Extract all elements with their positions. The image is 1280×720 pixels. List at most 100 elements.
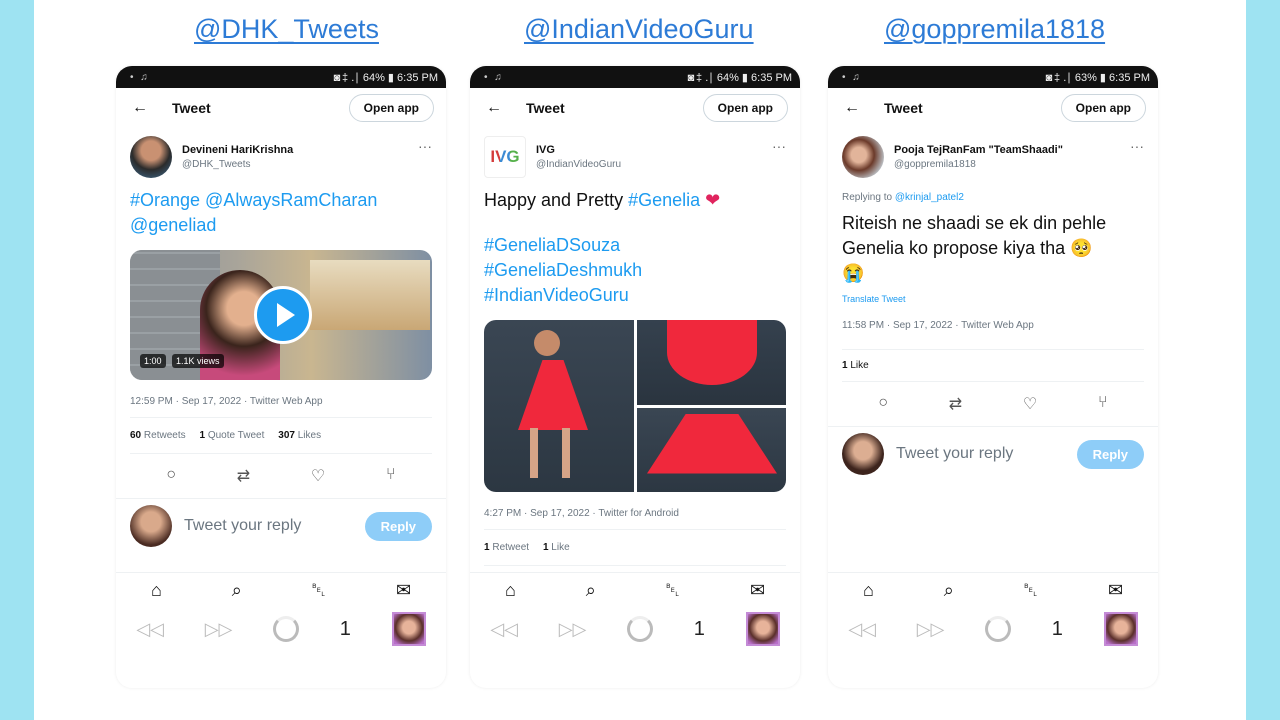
home-icon[interactable]: ⌂ [151,580,162,601]
retweet-icon[interactable]: ⇄ [949,394,962,414]
tab-count[interactable]: 1 [694,618,705,641]
play-icon[interactable] [254,286,312,344]
photo-3[interactable] [637,407,786,492]
rewind-icon[interactable]: ◁◁ [136,619,164,640]
display-name[interactable]: IVG [536,144,621,156]
more-options-icon[interactable]: ··· [1130,138,1144,154]
like-count: 1 [542,542,549,553]
heart-emoji: ❤ [705,190,721,210]
back-arrow-icon[interactable]: ← [132,99,172,117]
share-icon[interactable]: ⑂ [1098,394,1108,414]
tweet-actions: ○ ⇄ ♡ ⑂ [828,382,1158,426]
reply-icon[interactable]: ○ [878,394,888,414]
like-count: 1 [842,360,848,371]
tweet-timestamp[interactable]: 12:59 PM · Sep 17, 2022 · Twitter Web Ap… [116,386,446,417]
bell-icon[interactable]: ␇ [312,580,326,601]
retweet-label[interactable]: Retweets [144,430,186,441]
more-options-icon[interactable]: ··· [418,138,432,154]
replying-to-link[interactable]: @krinjal_patel2 [895,192,964,203]
tweet-author[interactable]: Devineni HariKrishna @DHK_Tweets ··· [116,128,446,182]
like-icon[interactable]: ♡ [1023,394,1037,414]
display-name[interactable]: Devineni HariKrishna [182,144,293,156]
search-icon[interactable]: ⌕ [232,580,242,601]
ivg-logo[interactable]: IVG [484,136,526,178]
rewind-icon[interactable]: ◁◁ [490,619,518,640]
loading-ring-icon [273,616,300,642]
tweet-text-line: Riteish ne shaadi se ek din pehle [842,213,1107,233]
back-arrow-icon[interactable]: ← [486,99,526,117]
tweet-stats: 1 Like [842,349,1144,382]
tweet-stats: 1 Retweet 1 Like [484,529,786,566]
username[interactable]: @goppremila1818 [894,159,1063,170]
hashtag-link[interactable]: #Genelia [628,190,700,210]
loading-ring-icon [627,616,654,642]
retweet-label[interactable]: Retweet [492,542,529,553]
like-label[interactable]: Like [850,360,868,371]
tweet-stats: 60 Retweets 1 Quote Tweet 307 Likes [130,417,432,454]
avatar[interactable] [130,136,172,178]
tweet-author[interactable]: Pooja TejRanFam "TeamShaadi" @goppremila… [828,128,1158,182]
photo-1[interactable] [484,320,634,492]
photo-2[interactable] [637,320,786,405]
home-icon[interactable]: ⌂ [863,580,874,601]
more-options-icon[interactable]: ··· [772,138,786,154]
like-icon[interactable]: ♡ [311,466,325,486]
home-icon[interactable]: ⌂ [505,580,516,601]
reply-button[interactable]: Reply [364,511,432,541]
status-right: ◙ ‡ .∣ 64% ▮ 6:35 PM [687,71,792,84]
tweet-author[interactable]: IVG IVG @IndianVideoGuru ··· [470,128,800,182]
mail-icon[interactable]: ✉ [396,580,411,601]
hashtag-link[interactable]: #GeneliaDSouza [484,233,786,258]
phone-screenshot-1: • ♫ ◙ ‡ .∣ 64% ▮ 6:35 PM ← Tweet Open ap… [116,66,446,688]
reply-icon[interactable]: ○ [166,466,176,486]
forward-icon[interactable]: ▷▷ [559,619,587,640]
open-app-button[interactable]: Open app [1060,94,1146,122]
profile-thumbnail[interactable] [1103,612,1138,646]
profile-thumbnail[interactable] [391,612,426,646]
search-icon[interactable]: ⌕ [944,580,954,601]
forward-icon[interactable]: ▷▷ [205,619,233,640]
reply-input[interactable]: Tweet your reply [896,445,1077,463]
username[interactable]: @DHK_Tweets [182,159,293,170]
bottom-nav: ⌂ ⌕ ␇ ✉ [470,572,800,608]
back-arrow-icon[interactable]: ← [844,99,884,117]
video-thumbnail[interactable]: 1:00 1.1K views [130,250,432,380]
quote-label[interactable]: Quote Tweet [208,430,265,441]
reply-input[interactable]: Tweet your reply [184,517,365,535]
tweet-header-bar: ← Tweet Open app [116,88,446,128]
search-icon[interactable]: ⌕ [586,580,596,601]
bell-icon[interactable]: ␇ [666,580,680,601]
tweet-timestamp[interactable]: 11:58 PM · Sep 17, 2022 · Twitter Web Ap… [828,306,1158,349]
forward-icon[interactable]: ▷▷ [917,619,945,640]
avatar[interactable] [842,136,884,178]
profile-thumbnail[interactable] [745,612,780,646]
retweet-icon[interactable]: ⇄ [237,466,250,486]
status-bar: • ♫ ◙ ‡ .∣ 63% ▮ 6:35 PM [828,66,1158,88]
tab-count[interactable]: 1 [340,618,351,641]
mail-icon[interactable]: ✉ [750,580,765,601]
rewind-icon[interactable]: ◁◁ [848,619,876,640]
like-label[interactable]: Like [551,542,569,553]
display-name[interactable]: Pooja TejRanFam "TeamShaadi" [894,144,1063,156]
hashtag-link[interactable]: #GeneliaDeshmukh [484,258,786,283]
loading-ring-icon [985,616,1012,642]
open-app-button[interactable]: Open app [348,94,434,122]
tweet-text-line[interactable]: #Orange @AlwaysRamCharan [130,188,432,213]
tab-count[interactable]: 1 [1052,618,1063,641]
reply-button[interactable]: Reply [1076,439,1144,469]
mail-icon[interactable]: ✉ [1108,580,1123,601]
share-icon[interactable]: ⑂ [386,466,396,486]
tweet-text: Happy and Pretty #Genelia ❤ #GeneliaDSou… [470,182,800,314]
status-left-icons: • ♫ [130,71,150,83]
bell-icon[interactable]: ␇ [1024,580,1038,601]
translate-link[interactable]: Translate Tweet [828,292,1158,306]
tweet-text: Riteish ne shaadi se ek din pehle Geneli… [828,209,1158,292]
like-label[interactable]: Likes [298,430,321,441]
username[interactable]: @IndianVideoGuru [536,159,621,170]
open-app-button[interactable]: Open app [702,94,788,122]
tweet-text-line[interactable]: @geneliad [130,213,432,238]
replying-to: Replying to @krinjal_patel2 [828,182,1158,209]
hashtag-link[interactable]: #IndianVideoGuru [484,283,786,308]
tweet-timestamp[interactable]: 4:27 PM · Sep 17, 2022 · Twitter for And… [470,498,800,529]
collage-canvas: @DHK_Tweets @IndianVideoGuru @goppremila… [34,0,1246,720]
